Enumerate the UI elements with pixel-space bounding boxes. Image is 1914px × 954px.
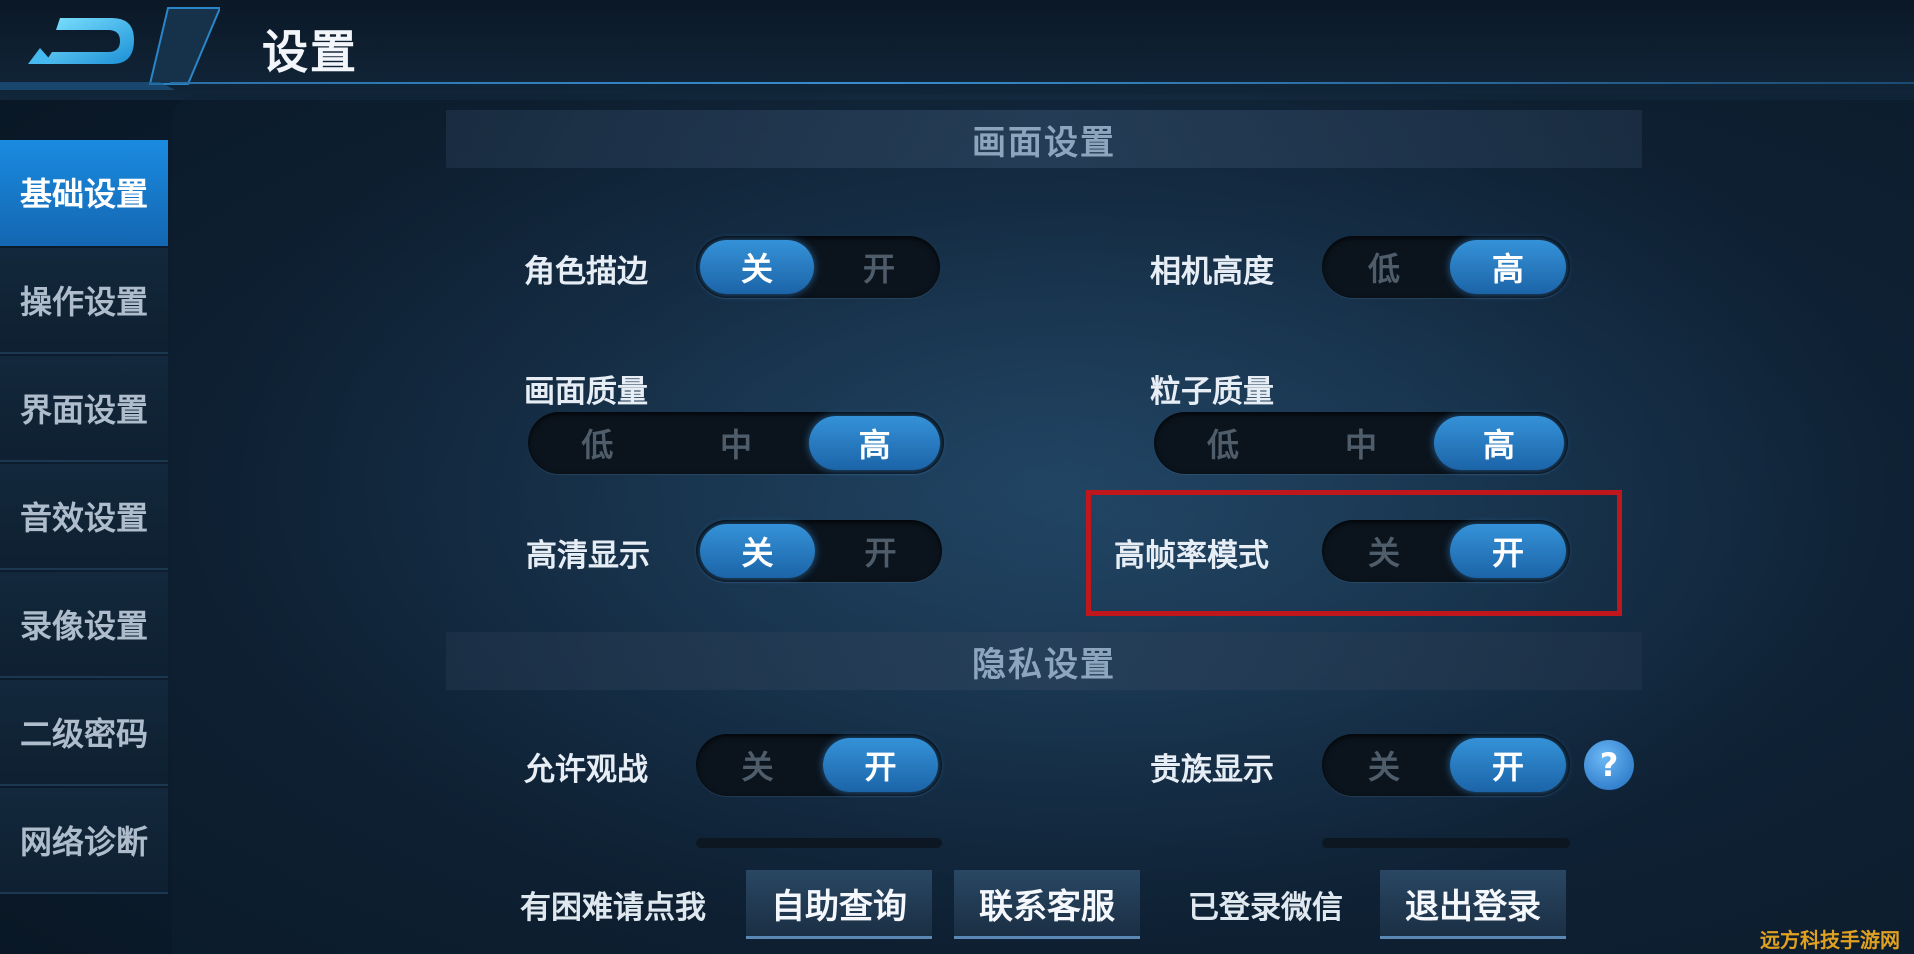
image-quality-mid-option[interactable]: 中 xyxy=(671,416,802,470)
help-prompt-text: 有困难请点我 xyxy=(520,890,706,926)
hd-display-toggle[interactable]: 关 开 xyxy=(696,520,942,582)
allow-spectate-toggle[interactable]: 关 开 xyxy=(696,734,942,796)
hd-display-label: 高清显示 xyxy=(526,538,650,574)
sidebar-item-replay-settings[interactable]: 录像设置 xyxy=(0,572,168,678)
logout-button[interactable]: 退出登录 xyxy=(1380,870,1566,939)
sidebar-item-audio-settings[interactable]: 音效设置 xyxy=(0,464,168,570)
allow-spectate-off-option[interactable]: 关 xyxy=(700,738,815,792)
partially-hidden-toggle xyxy=(696,838,942,848)
header-divider xyxy=(170,82,1914,84)
image-quality-toggle[interactable]: 低 中 高 xyxy=(528,412,944,474)
sidebar-item-control-settings[interactable]: 操作设置 xyxy=(0,248,168,354)
partially-hidden-toggle xyxy=(1322,838,1570,848)
image-quality-label: 画面质量 xyxy=(524,374,648,410)
noble-display-label: 贵族显示 xyxy=(1150,752,1274,788)
camera-height-label: 相机高度 xyxy=(1150,254,1274,290)
sidebar-item-interface-settings[interactable]: 界面设置 xyxy=(0,356,168,462)
particle-quality-low-option[interactable]: 低 xyxy=(1158,416,1288,470)
camera-height-toggle[interactable]: 低 高 xyxy=(1322,236,1570,298)
noble-display-on-option[interactable]: 开 xyxy=(1450,738,1566,792)
section-header-display: 画面设置 xyxy=(446,110,1642,168)
hd-display-on-option[interactable]: 开 xyxy=(823,524,938,578)
particle-quality-toggle[interactable]: 低 中 高 xyxy=(1154,412,1568,474)
settings-panel xyxy=(172,94,1914,954)
allow-spectate-on-option[interactable]: 开 xyxy=(823,738,938,792)
particle-quality-high-option[interactable]: 高 xyxy=(1434,416,1564,470)
sidebar-item-secondary-password[interactable]: 二级密码 xyxy=(0,680,168,786)
contact-support-button[interactable]: 联系客服 xyxy=(954,870,1140,939)
particle-quality-label: 粒子质量 xyxy=(1150,374,1274,410)
camera-height-low-option[interactable]: 低 xyxy=(1326,240,1442,294)
sidebar-item-network-diagnosis[interactable]: 网络诊断 xyxy=(0,788,168,894)
hd-display-off-option[interactable]: 关 xyxy=(700,524,815,578)
noble-display-toggle[interactable]: 关 开 xyxy=(1322,734,1570,796)
sidebar-item-basic-settings[interactable]: 基础设置 xyxy=(0,140,168,246)
highlight-annotation-box xyxy=(1086,490,1622,616)
outline-toggle[interactable]: 关 开 xyxy=(696,236,940,298)
page-title: 设置 xyxy=(262,25,358,79)
image-quality-high-option[interactable]: 高 xyxy=(809,416,941,470)
top-header: 设置 xyxy=(0,0,1914,100)
help-question-icon[interactable]: ? xyxy=(1584,740,1634,790)
noble-display-off-option[interactable]: 关 xyxy=(1326,738,1442,792)
back-arrow-icon xyxy=(0,7,220,90)
image-quality-low-option[interactable]: 低 xyxy=(532,416,663,470)
watermark-text: 远方科技手游网 xyxy=(1760,928,1900,952)
sidebar: 基础设置 操作设置 界面设置 音效设置 录像设置 二级密码 网络诊断 xyxy=(0,140,168,954)
outline-on-option[interactable]: 开 xyxy=(822,240,936,294)
particle-quality-mid-option[interactable]: 中 xyxy=(1296,416,1426,470)
outline-off-option[interactable]: 关 xyxy=(700,240,814,294)
allow-spectate-label: 允许观战 xyxy=(524,752,648,788)
back-button[interactable] xyxy=(0,0,220,100)
wechat-login-status: 已登录微信 xyxy=(1188,890,1343,926)
camera-height-high-option[interactable]: 高 xyxy=(1450,240,1566,294)
section-header-privacy: 隐私设置 xyxy=(446,632,1642,690)
outline-label: 角色描边 xyxy=(524,254,648,290)
self-service-button[interactable]: 自助查询 xyxy=(746,870,932,939)
